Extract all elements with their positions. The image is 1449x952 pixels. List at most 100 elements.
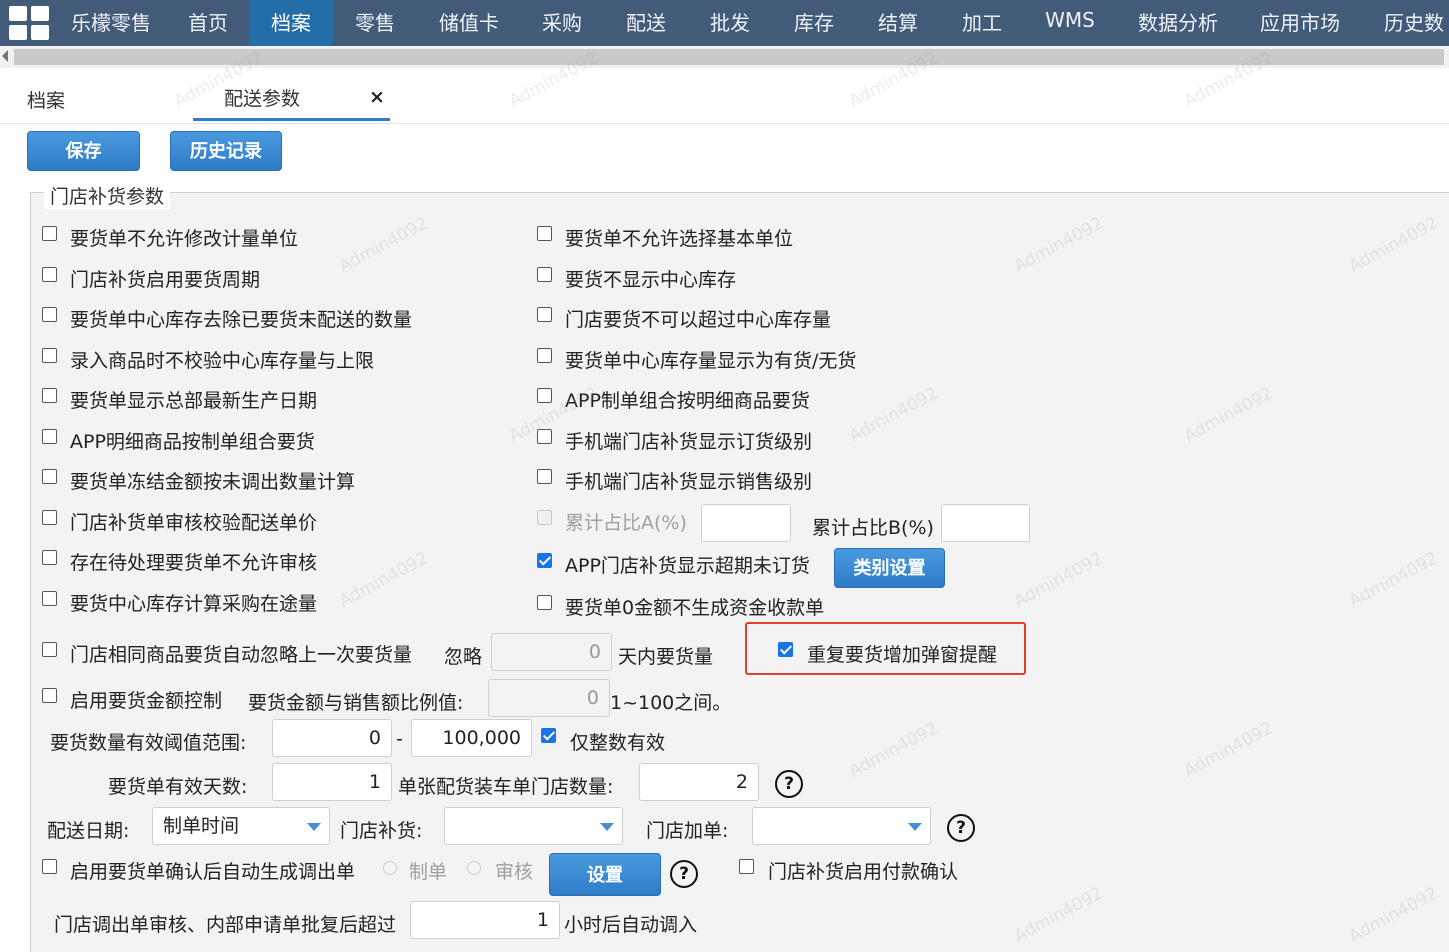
chevron-down-icon xyxy=(908,823,922,831)
checkbox-payment-confirm[interactable] xyxy=(739,859,754,874)
auto-in-hours-input[interactable]: 1 xyxy=(410,901,560,939)
nav-settlement[interactable]: 结算 xyxy=(862,0,934,46)
label-cum-ratio-b: 累计占比B(%) xyxy=(812,517,934,539)
nav-purchase[interactable]: 采购 xyxy=(526,0,598,46)
checkbox-amount-control[interactable] xyxy=(42,688,57,703)
checkbox-freeze-untransferred[interactable] xyxy=(42,469,57,484)
checkbox-integer-only[interactable] xyxy=(541,728,556,743)
label-cum-ratio-a: 累计占比A(%) xyxy=(565,512,687,534)
help-icon[interactable]: ? xyxy=(947,814,975,842)
checkbox-pending-no-audit[interactable] xyxy=(42,550,57,565)
checkbox-show-hq-date[interactable] xyxy=(42,388,57,403)
help-icon[interactable]: ? xyxy=(775,770,803,798)
help-icon[interactable]: ? xyxy=(670,860,698,888)
settings-button[interactable]: 设置 xyxy=(549,853,661,896)
nav-stored-value[interactable]: 储值卡 xyxy=(428,0,510,46)
label-show-hq-date: 要货单显示总部最新生产日期 xyxy=(70,390,318,412)
label-payment-confirm: 门店补货启用付款确认 xyxy=(768,861,959,883)
label-repeat-popup: 重复要货增加弹窗提醒 xyxy=(807,644,998,666)
store-add-select[interactable] xyxy=(752,807,931,845)
label-calc-in-transit: 要货中心库存计算采购在途量 xyxy=(70,593,318,615)
radio-make[interactable] xyxy=(383,861,397,875)
checkbox-exclude-undelivered[interactable] xyxy=(42,307,57,322)
nav-data-analysis[interactable]: 数据分析 xyxy=(1126,0,1230,46)
checkbox-repeat-popup[interactable] xyxy=(778,642,793,657)
label-store-replenish: 门店补货: xyxy=(340,820,423,842)
tab-archive[interactable]: 档案 xyxy=(27,86,65,113)
label-no-select-base-unit: 要货单不允许选择基本单位 xyxy=(565,228,794,250)
label-radio-make: 制单 xyxy=(409,861,448,883)
label-auto-in: 门店调出单审核、内部申请单批复后超过 xyxy=(54,914,397,936)
delivery-date-value: 制单时间 xyxy=(163,815,240,837)
checkbox-app-detail-by-group[interactable] xyxy=(42,429,57,444)
label-days-suffix: 天内要货量 xyxy=(618,646,714,668)
checkbox-verify-price[interactable] xyxy=(42,510,57,525)
valid-days-input[interactable]: 1 xyxy=(272,763,392,801)
label-auto-in-suffix: 小时后自动调入 xyxy=(564,914,698,936)
cum-ratio-b-input[interactable] xyxy=(941,504,1030,542)
label-exclude-undelivered: 要货单中心库存去除已要货未配送的数量 xyxy=(70,309,413,331)
checkbox-hide-center-stock[interactable] xyxy=(537,267,552,282)
cum-ratio-a-input[interactable] xyxy=(701,504,791,542)
checkbox-enable-cycle[interactable] xyxy=(42,267,57,282)
scroll-left-icon[interactable] xyxy=(2,50,8,62)
nav-home[interactable]: 首页 xyxy=(168,0,248,46)
nav-delivery[interactable]: 配送 xyxy=(610,0,682,46)
nav-processing[interactable]: 加工 xyxy=(946,0,1018,46)
nav-inventory[interactable]: 库存 xyxy=(778,0,850,46)
stores-per-truck-input[interactable]: 2 xyxy=(639,763,759,801)
label-no-check-limit: 录入商品时不校验中心库存量与上限 xyxy=(70,350,375,372)
section-legend: 门店补货参数 xyxy=(44,182,171,209)
label-app-show-overdue: APP门店补货显示超期未订货 xyxy=(565,555,810,577)
label-store-add: 门店加单: xyxy=(646,820,729,842)
ratio-input[interactable]: 0 xyxy=(488,679,610,717)
checkbox-no-modify-unit[interactable] xyxy=(42,226,57,241)
radio-audit[interactable] xyxy=(467,861,481,875)
checkbox-cum-ratio-a[interactable] xyxy=(537,510,552,525)
nav-wms[interactable]: WMS xyxy=(1034,0,1106,46)
chevron-down-icon xyxy=(307,823,321,831)
label-auto-ignore-last: 门店相同商品要货自动忽略上一次要货量 xyxy=(70,644,413,666)
nav-archive[interactable]: 档案 xyxy=(249,0,333,46)
nav-app-market[interactable]: 应用市场 xyxy=(1248,0,1352,46)
delivery-date-select[interactable]: 制单时间 xyxy=(152,807,330,845)
checkbox-mobile-sales-level[interactable] xyxy=(537,469,552,484)
checkbox-auto-ignore-last[interactable] xyxy=(42,642,57,657)
category-settings-button[interactable]: 类别设置 xyxy=(834,548,945,588)
label-radio-audit: 审核 xyxy=(495,861,534,883)
checkbox-calc-in-transit[interactable] xyxy=(42,591,57,606)
app-grid-icon[interactable] xyxy=(9,6,51,42)
history-button[interactable]: 历史记录 xyxy=(170,131,282,171)
label-valid-days: 要货单有效天数: xyxy=(108,776,248,798)
checkbox-no-check-limit[interactable] xyxy=(42,348,57,363)
fieldset-border xyxy=(30,192,31,952)
checkbox-show-in-stock[interactable] xyxy=(537,348,552,363)
chevron-down-icon xyxy=(600,823,614,831)
store-replenish-select[interactable] xyxy=(444,807,623,845)
label-mobile-sales-level: 手机端门店补货显示销售级别 xyxy=(565,471,813,493)
save-button[interactable]: 保存 xyxy=(27,131,140,171)
close-icon[interactable]: × xyxy=(369,86,385,108)
checkbox-app-group-by-detail[interactable] xyxy=(537,388,552,403)
checkbox-zero-no-receipt[interactable] xyxy=(537,595,552,610)
nav-retail[interactable]: 零售 xyxy=(337,0,413,46)
qty-max-input[interactable]: 100,000 xyxy=(411,719,532,757)
nav-wholesale[interactable]: 批发 xyxy=(694,0,766,46)
checkbox-app-show-overdue[interactable] xyxy=(537,553,552,568)
checkbox-no-select-base-unit[interactable] xyxy=(537,226,552,241)
nav-history[interactable]: 历史数 xyxy=(1372,0,1449,46)
nav-brand[interactable]: 乐檬零售 xyxy=(60,0,162,46)
active-tab-indicator xyxy=(193,118,390,121)
checkbox-no-exceed-stock[interactable] xyxy=(537,307,552,322)
label-ratio: 要货金额与销售额比例值: xyxy=(248,692,464,714)
label-pending-no-audit: 存在待处理要货单不允许审核 xyxy=(70,552,318,574)
label-hide-center-stock: 要货不显示中心库存 xyxy=(565,269,737,291)
checkbox-auto-transfer[interactable] xyxy=(42,859,57,874)
qty-min-input[interactable]: 0 xyxy=(272,719,392,757)
tab-delivery-params[interactable]: 配送参数 xyxy=(224,84,300,111)
label-amount-control: 启用要货金额控制 xyxy=(70,690,223,712)
ignore-days-input[interactable]: 0 xyxy=(491,633,612,671)
horizontal-scrollbar[interactable] xyxy=(0,46,1449,68)
label-no-exceed-stock: 门店要货不可以超过中心库存量 xyxy=(565,309,832,331)
fieldset-border xyxy=(30,192,1449,193)
